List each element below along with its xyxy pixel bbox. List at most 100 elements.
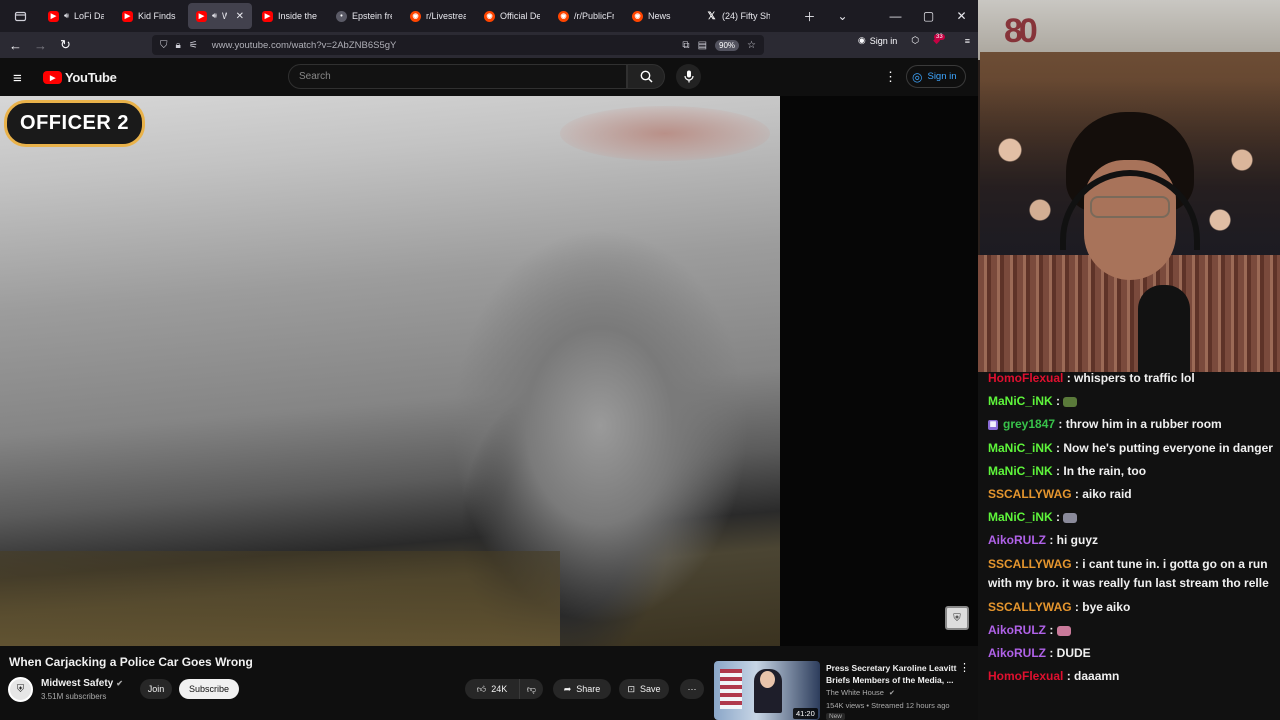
video-hand-blur <box>560 106 770 161</box>
chat-separator: : <box>1071 556 1083 571</box>
chat-username[interactable]: MaNiC_iNK <box>988 441 1053 455</box>
forward-icon[interactable]: → <box>28 38 53 53</box>
bookmark-star-icon[interactable]: ☆ <box>747 40 756 51</box>
extensions-icon[interactable]: ⬡ <box>911 35 919 46</box>
close-tab-icon[interactable]: ✕ <box>236 11 244 22</box>
share-label: Share <box>576 684 601 694</box>
browser-tab[interactable]: ◉ Official Des <box>476 3 548 29</box>
chat-text: aiko raid <box>1082 487 1132 502</box>
voice-search-button[interactable] <box>676 64 701 89</box>
chat-separator: : <box>1046 533 1057 548</box>
subscribe-button[interactable]: Subscribe <box>179 679 239 699</box>
chat-username[interactable]: HomoFlexual <box>988 372 1063 385</box>
chat-username[interactable]: SSCALLYWAG <box>988 557 1072 571</box>
recommended-duration: 41:20 <box>793 708 818 719</box>
chat-username[interactable]: SSCALLYWAG <box>988 600 1072 614</box>
search-button[interactable] <box>627 64 665 89</box>
reddit-favicon-icon: ◉ <box>410 10 421 22</box>
browser-tab[interactable]: ▶ Kid Finds M <box>114 3 186 29</box>
browser-tab[interactable]: ◉ /r/PublicFre <box>550 3 622 29</box>
recommended-kebab-icon[interactable]: ⋮ <box>959 661 970 674</box>
youtube-logo[interactable]: ▶ YouTube <box>43 70 117 85</box>
chat-separator: : <box>1071 599 1083 614</box>
more-actions-icon[interactable]: ⋯ <box>680 679 704 699</box>
like-count: 24K <box>491 684 508 694</box>
channel-name[interactable]: Midwest Safety <box>41 678 113 689</box>
chat-message: AikoRULZ : <box>988 619 1280 642</box>
chat-username[interactable]: SSCALLYWAG <box>988 487 1072 501</box>
channel-watermark-icon[interactable]: ⛨ <box>945 606 969 630</box>
reader-view-icon[interactable]: ▤ <box>698 40 707 51</box>
speaker-icon[interactable]: 🔊︎ <box>212 11 217 21</box>
close-window-icon[interactable]: ✕ <box>945 9 978 23</box>
hamburger-menu-icon[interactable]: ≡ <box>965 36 970 46</box>
chat-text: whispers to traffic lol <box>1074 372 1195 385</box>
like-button[interactable]: 👍︎ 24K <box>465 679 519 699</box>
tab-overview-icon[interactable] <box>0 0 40 32</box>
chat-username[interactable]: grey1847 <box>1003 417 1055 431</box>
maximize-icon[interactable]: ▢ <box>912 9 945 23</box>
url-bar[interactable]: ⛉ 🔒︎ ⚟ www.youtube.com/watch?v=2AbZNB6S5… <box>152 35 764 55</box>
chat-separator: : <box>1063 669 1075 684</box>
chat-username[interactable]: AikoRULZ <box>988 623 1046 637</box>
reddit-favicon-icon: ◉ <box>484 10 495 22</box>
chat-list: HomoFlexual : whispers to traffic lol MaN… <box>988 372 1280 688</box>
youtube-favicon-icon: ▶ <box>122 10 133 22</box>
recommended-title[interactable]: Press Secretary Karoline Leavitt Briefs … <box>826 662 958 686</box>
pip-icon[interactable]: ⧉ <box>682 40 689 51</box>
reload-icon[interactable]: ↻ <box>53 37 78 53</box>
tab-label: /r/PublicFre <box>574 11 614 21</box>
subscriber-badge-icon: ▦ <box>988 420 998 431</box>
browser-tab[interactable]: ▶ 🔊︎ LoFi Da <box>40 3 112 29</box>
join-button[interactable]: Join <box>140 679 172 699</box>
browser-tab[interactable]: ◉ r/Livestrea <box>402 3 474 29</box>
speaker-icon[interactable]: 🔊︎ <box>64 11 69 21</box>
minimize-icon[interactable]: — <box>879 9 912 23</box>
channel-avatar[interactable]: ⛨ <box>8 677 33 702</box>
share-button[interactable]: ➦ Share <box>553 679 611 699</box>
nav-bar: ← → ↻ ⛉ 🔒︎ ⚟ www.youtube.com/watch?v=2Ab… <box>0 32 978 58</box>
dislike-button[interactable]: 👎︎ <box>519 679 543 699</box>
search-input[interactable]: Search <box>288 64 627 89</box>
account-button[interactable]: ◉ Sign in <box>858 35 897 46</box>
url-text[interactable]: www.youtube.com/watch?v=2AbZNB6S5gY <box>212 40 397 51</box>
chat-username[interactable]: AikoRULZ <box>988 533 1046 547</box>
back-icon[interactable]: ← <box>3 38 28 53</box>
lock-icon[interactable]: 🔒︎ <box>176 40 181 51</box>
chat-separator: : <box>1046 646 1057 661</box>
youtube-favicon-icon: ▶ <box>262 10 273 22</box>
video-player[interactable]: OFFICER 2 ⛨ <box>0 96 978 646</box>
site-favicon-icon: • <box>336 10 347 22</box>
thumbnail-flag <box>720 669 742 709</box>
chat-text: bye aiko <box>1082 599 1131 614</box>
chat-username[interactable]: HomoFlexual <box>988 669 1063 683</box>
tracking-shield-icon[interactable]: ⛉ <box>160 40 168 51</box>
recommended-channel-row[interactable]: The White House ✔ <box>826 688 895 697</box>
screen: ▶ 🔊︎ LoFi Da ▶ Kid Finds M ▶ 🔊︎ Whe ✕ ▶ Inside the… <box>0 0 1280 720</box>
chat-username[interactable]: MaNiC_iNK <box>988 464 1053 478</box>
settings-kebab-icon[interactable]: ⋮ <box>884 69 897 85</box>
browser-tab[interactable]: ◉ News <box>624 3 696 29</box>
chat-username[interactable]: MaNiC_iNK <box>988 510 1053 524</box>
chat-separator: : <box>1063 372 1075 385</box>
x-favicon-icon: 𝕏 <box>707 10 716 22</box>
youtube-signin-button[interactable]: ◎ Sign in <box>906 65 966 88</box>
bookmark-icon: ⊡ <box>627 683 636 694</box>
new-tab-icon[interactable]: ＋ <box>793 8 826 25</box>
browser-tab[interactable]: 𝕏 (24) Fifty Sh <box>698 3 778 29</box>
chat-username[interactable]: MaNiC_iNK <box>988 394 1053 408</box>
ublock-icon[interactable]: ◆33 <box>933 34 951 46</box>
chat-message: MaNiC_iNK : In the rain, too <box>988 460 1280 483</box>
recommended-channel[interactable]: The White House <box>826 688 884 697</box>
browser-tab[interactable]: ▶ Inside the L <box>254 3 326 29</box>
browser-tab[interactable]: ▶ 🔊︎ Whe ✕ <box>188 3 252 29</box>
channel-name-row[interactable]: Midwest Safety ✔ <box>41 678 123 689</box>
zoom-level[interactable]: 90% <box>715 39 740 51</box>
permissions-icon[interactable]: ⚟ <box>189 40 198 51</box>
guide-menu-icon[interactable]: ≡ <box>13 70 22 87</box>
chat-username[interactable]: AikoRULZ <box>988 646 1046 660</box>
save-button[interactable]: ⊡ Save <box>619 679 669 699</box>
browser-tab[interactable]: • Epstein fre <box>328 3 400 29</box>
tab-list-chevron-icon[interactable]: ⌄ <box>826 9 859 23</box>
youtube-logo-text: YouTube <box>65 70 117 85</box>
